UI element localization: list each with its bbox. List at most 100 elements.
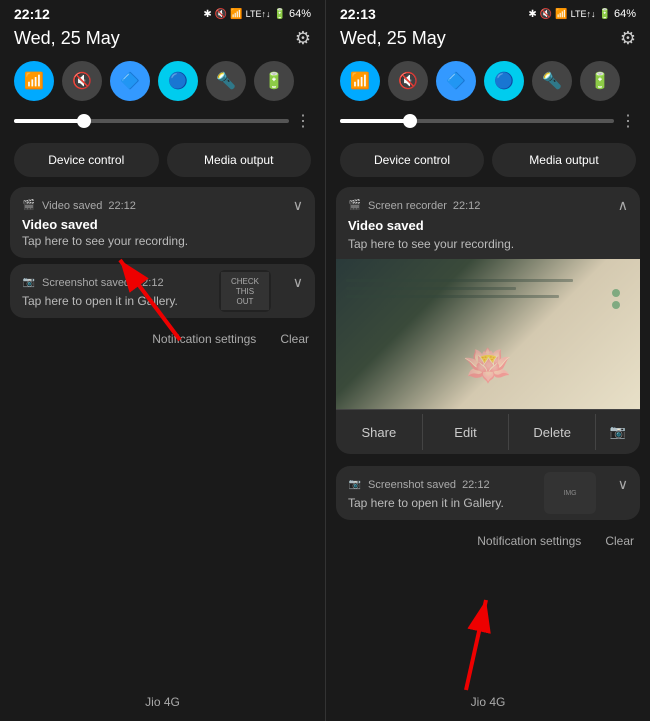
battery-pct: 64% (289, 8, 311, 20)
battery-icon-right: 🔋 (599, 9, 611, 20)
clear-btn-right[interactable]: Clear (601, 532, 638, 550)
screen-recorder-icon: 🎬 (348, 199, 362, 213)
clear-btn-left[interactable]: Clear (276, 330, 313, 348)
video-notif-body: Tap here to see your recording. (22, 234, 303, 248)
screenshot-notif[interactable]: 📷 Screenshot saved 22:12 ∨ Tap here to o… (10, 264, 315, 318)
preview-dot-2 (612, 301, 620, 309)
brightness-row-right[interactable]: ⋮ (326, 109, 650, 139)
lte-icon-right: LTE↑↓ (571, 9, 596, 19)
screen-recorder-notif-expanded[interactable]: 🎬 Screen recorder 22:12 ∧ Video saved Ta… (336, 187, 640, 454)
brightness-row-left[interactable]: ⋮ (0, 109, 325, 139)
media-output-btn-left[interactable]: Media output (167, 143, 312, 177)
preview-lines (346, 279, 630, 303)
date-right: Wed, 25 May (340, 28, 446, 49)
date-row-right: Wed, 25 May ⚙ (326, 26, 650, 57)
mute-toggle-left[interactable]: 🔇 (62, 61, 102, 101)
video-notif-chevron[interactable]: ∨ (293, 197, 303, 214)
screenshot-notif-app: Screenshot saved (42, 277, 130, 289)
battery-toggle-right[interactable]: 🔋 (580, 61, 620, 101)
notification-settings-btn-left[interactable]: Notification settings (148, 330, 260, 348)
status-bar-left: 22:12 ✱ 🔇 📶 LTE↑↓ 🔋 64% (0, 0, 325, 26)
wifi-icon: 📶 (230, 9, 242, 20)
data-toggle-left[interactable]: 🔵 (158, 61, 198, 101)
expanded-chevron[interactable]: ∧ (618, 197, 628, 214)
battery-pct-right: 64% (614, 8, 636, 20)
bt-toggle-right[interactable]: 🔷 (436, 61, 476, 101)
expanded-app-time: 22:12 (453, 200, 481, 212)
bt-icon-right: ✱ (528, 9, 536, 20)
brightness-dots-right[interactable]: ⋮ (620, 111, 636, 131)
settings-icon-left[interactable]: ⚙ (295, 28, 311, 49)
device-control-btn-right[interactable]: Device control (340, 143, 484, 177)
brightness-thumb-left (77, 114, 91, 128)
screenshot-app-right: Screenshot saved (368, 479, 456, 491)
preview-dot-1 (612, 289, 620, 297)
wifi-toggle-left[interactable]: 📶 (14, 61, 54, 101)
expanded-actions: Share Edit Delete 📷 (336, 409, 640, 454)
screenshot-chevron-right[interactable]: ∨ (618, 476, 628, 493)
video-saved-notif[interactable]: 🎬 Video saved 22:12 ∨ Video saved Tap he… (10, 187, 315, 258)
device-control-btn-left[interactable]: Device control (14, 143, 159, 177)
notification-settings-btn-right[interactable]: Notification settings (473, 532, 585, 550)
carrier-left: Jio 4G (145, 695, 180, 709)
brightness-bar-left[interactable] (14, 119, 289, 123)
preview-lotus-icon: 🪷 (463, 342, 513, 389)
screenshot-app-icon: 📷 (22, 276, 36, 290)
notifications-left: 🎬 Video saved 22:12 ∨ Video saved Tap he… (0, 187, 325, 687)
preview-line-2 (346, 287, 516, 290)
screenshot-notif-time: 22:12 (136, 277, 164, 289)
share-btn[interactable]: Share (336, 414, 423, 450)
edit-btn[interactable]: Edit (423, 414, 510, 450)
right-panel: 22:13 ✱ 🔇 📶 LTE↑↓ 🔋 64% Wed, 25 May ⚙ 📶 … (325, 0, 650, 721)
battery-toggle-left[interactable]: 🔋 (254, 61, 294, 101)
quick-toggles-left: 📶 🔇 🔷 🔵 🔦 🔋 (0, 57, 325, 109)
expanded-notif-header: 🎬 Screen recorder 22:12 ∧ (336, 187, 640, 218)
expanded-app-info: 🎬 Screen recorder 22:12 (348, 199, 480, 213)
bt-toggle-left[interactable]: 🔷 (110, 61, 150, 101)
notifications-right: 🎬 Screen recorder 22:12 ∧ Video saved Ta… (326, 187, 650, 687)
video-notif-header: 🎬 Video saved 22:12 ∨ (22, 197, 303, 214)
video-app-info: 🎬 Video saved 22:12 (22, 199, 136, 213)
camera-action-btn[interactable]: 📷 (596, 414, 640, 450)
screenshot-time-right: 22:12 (462, 479, 490, 491)
video-notif-time: 22:12 (108, 200, 136, 212)
preview-dots (612, 289, 620, 309)
media-output-btn-right[interactable]: Media output (492, 143, 636, 177)
settings-icon-right[interactable]: ⚙ (620, 28, 636, 49)
brightness-thumb-right (403, 114, 417, 128)
torch-toggle-right[interactable]: 🔦 (532, 61, 572, 101)
status-icons-left: ✱ 🔇 📶 LTE↑↓ 🔋 64% (203, 8, 311, 20)
notif-actions-right: Notification settings Clear (336, 526, 640, 552)
left-panel: 22:12 ✱ 🔇 📶 LTE↑↓ 🔋 64% Wed, 25 May ⚙ 📶 … (0, 0, 325, 721)
date-row-left: Wed, 25 May ⚙ (0, 26, 325, 57)
screenshot-thumbnail-right: IMG (544, 472, 596, 514)
brightness-dots-left[interactable]: ⋮ (295, 111, 311, 131)
data-toggle-right[interactable]: 🔵 (484, 61, 524, 101)
wifi-icon-right: 📶 (555, 9, 567, 20)
expanded-app-name: Screen recorder (368, 200, 447, 212)
date-left: Wed, 25 May (14, 28, 120, 49)
video-preview-image: 🪷 (336, 259, 640, 409)
status-icons-right: ✱ 🔇 📶 LTE↑↓ 🔋 64% (528, 8, 636, 20)
delete-btn[interactable]: Delete (509, 414, 596, 450)
screenshot-notif-right[interactable]: 📷 Screenshot saved 22:12 ∨ Tap here to o… (336, 466, 640, 520)
brightness-bar-right[interactable] (340, 119, 614, 123)
expanded-body: Tap here to see your recording. (336, 237, 640, 259)
wifi-toggle-right[interactable]: 📶 (340, 61, 380, 101)
video-app-icon: 🎬 (22, 199, 36, 213)
preview-line-3 (346, 295, 559, 298)
screenshot-notif-chevron[interactable]: ∨ (293, 274, 303, 291)
bt-icon: ✱ (203, 9, 211, 20)
mute-toggle-right[interactable]: 🔇 (388, 61, 428, 101)
brightness-fill-right (340, 119, 409, 123)
carrier-right: Jio 4G (471, 695, 506, 709)
vol-icon: 🔇 (215, 9, 227, 20)
vol-icon-right: 🔇 (540, 9, 552, 20)
torch-toggle-left[interactable]: 🔦 (206, 61, 246, 101)
video-notif-app: Video saved (42, 200, 102, 212)
screenshot-app-info-right: 📷 Screenshot saved 22:12 (348, 478, 490, 492)
time-left: 22:12 (14, 6, 50, 22)
battery-icon: 🔋 (274, 9, 286, 20)
lte-icon: LTE↑↓ (246, 9, 271, 19)
brightness-fill-left (14, 119, 83, 123)
